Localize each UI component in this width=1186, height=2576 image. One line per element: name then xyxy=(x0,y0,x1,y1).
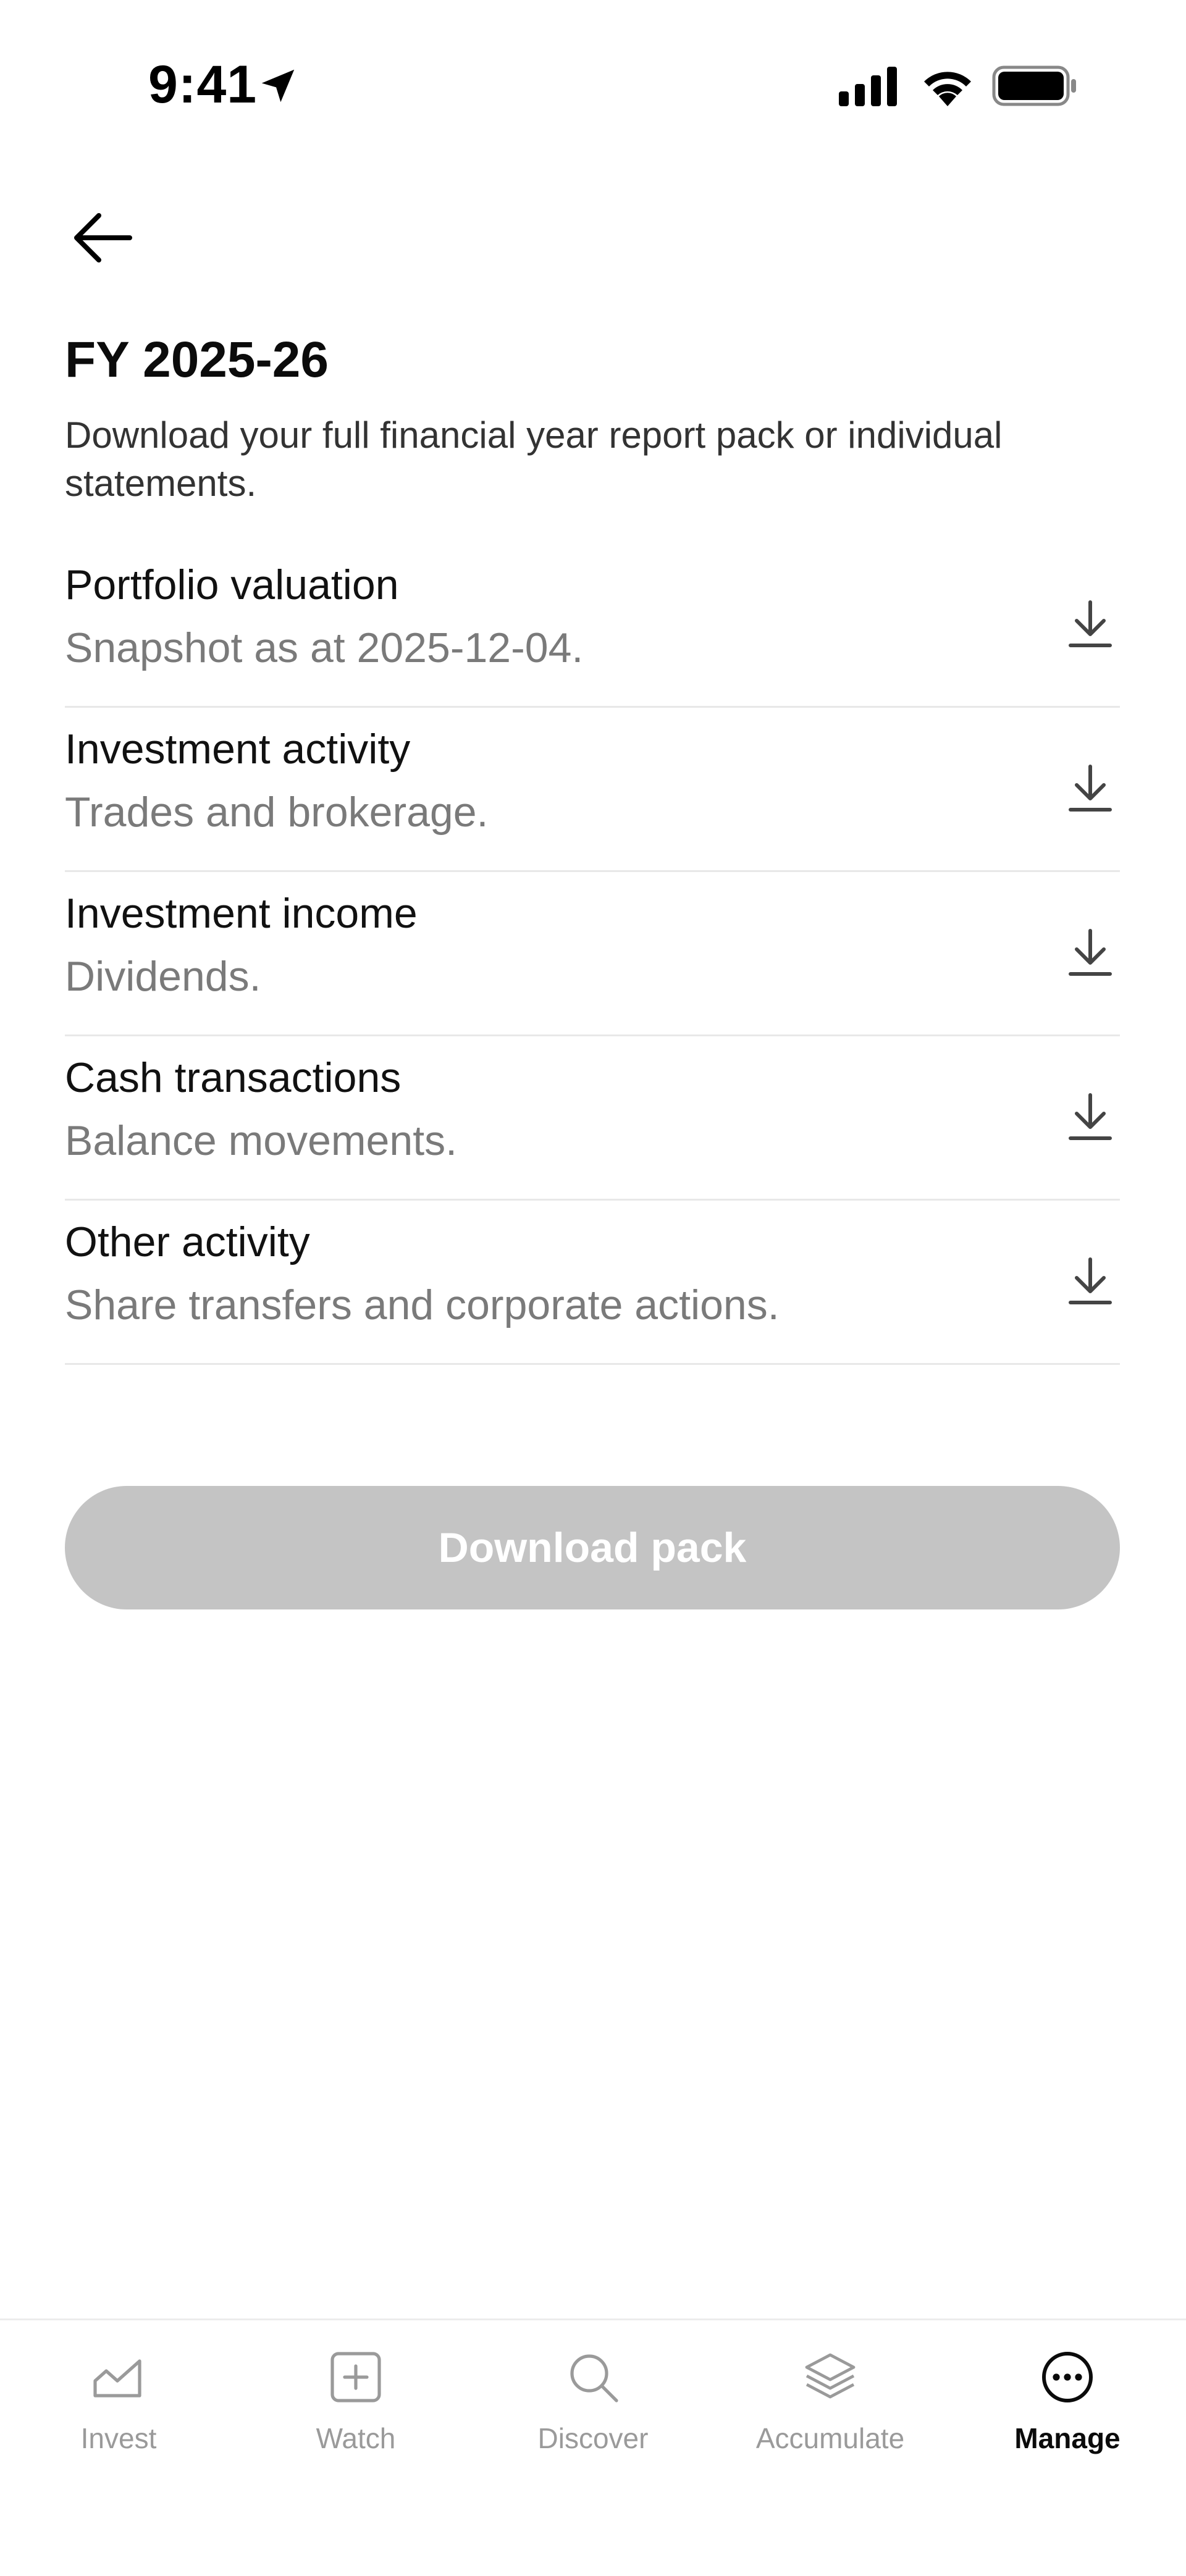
download-pack-button[interactable]: Download pack xyxy=(65,1486,1120,1609)
wifi-icon xyxy=(924,72,971,106)
report-item-cash-transactions[interactable]: Cash transactions Balance movements. xyxy=(65,1036,1120,1201)
download-icon xyxy=(1069,1257,1112,1304)
report-description: Balance movements. xyxy=(65,1117,457,1164)
location-arrow-icon xyxy=(261,69,295,103)
report-item-other-activity[interactable]: Other activity Share transfers and corpo… xyxy=(65,1201,1120,1365)
status-time: 9:41 xyxy=(148,55,258,114)
page-subtitle: Download your full financial year report… xyxy=(65,414,1003,504)
report-list: Portfolio valuation Snapshot as at 2025-… xyxy=(65,543,1120,1365)
report-description: Snapshot as at 2025-12-04. xyxy=(65,624,584,671)
download-button[interactable] xyxy=(1061,919,1120,987)
report-item-investment-income[interactable]: Investment income Dividends. xyxy=(65,872,1120,1036)
battery-icon xyxy=(992,65,1076,106)
report-title: Portfolio valuation xyxy=(65,561,399,608)
chart-icon xyxy=(93,2359,141,2398)
report-description: Dividends. xyxy=(65,953,261,1000)
status-bar: 9:41 xyxy=(0,0,1186,173)
page-title: FY 2025-26 xyxy=(65,332,329,388)
search-icon xyxy=(570,2354,618,2402)
cellular-signal-icon xyxy=(839,67,897,106)
download-button[interactable] xyxy=(1061,755,1120,823)
nav-item-watch[interactable]: Watch xyxy=(237,2320,474,2481)
bottom-nav: Invest Watch Discover Accumulate Manage xyxy=(0,2318,1186,2576)
download-button[interactable] xyxy=(1061,590,1120,658)
download-icon xyxy=(1069,1093,1112,1140)
report-title: Cash transactions xyxy=(65,1054,402,1101)
plus-square-icon xyxy=(330,2352,381,2402)
layers-icon xyxy=(805,2353,856,2399)
download-button[interactable] xyxy=(1061,1083,1120,1151)
nav-item-manage[interactable]: Manage xyxy=(949,2320,1186,2481)
report-item-portfolio-valuation[interactable]: Portfolio valuation Snapshot as at 2025-… xyxy=(65,543,1120,708)
nav-item-invest[interactable]: Invest xyxy=(0,2320,237,2481)
nav-label: Accumulate xyxy=(755,2422,905,2454)
report-title: Investment income xyxy=(65,890,418,937)
report-title: Other activity xyxy=(65,1219,310,1265)
nav-item-accumulate[interactable]: Accumulate xyxy=(712,2320,949,2481)
report-description: Share transfers and corporate actions. xyxy=(65,1282,780,1328)
report-title: Investment activity xyxy=(65,726,411,773)
nav-label: Discover xyxy=(537,2422,649,2454)
report-description: Trades and brokerage. xyxy=(65,789,489,836)
download-icon xyxy=(1069,929,1112,976)
more-icon xyxy=(1042,2352,1093,2402)
arrow-left-icon xyxy=(74,213,132,262)
download-button[interactable] xyxy=(1061,1248,1120,1315)
download-icon xyxy=(1069,600,1112,647)
back-button[interactable] xyxy=(62,204,142,272)
nav-item-discover[interactable]: Discover xyxy=(474,2320,712,2481)
nav-label: Watch xyxy=(316,2422,396,2454)
nav-label: Manage xyxy=(1014,2422,1121,2454)
nav-label: Invest xyxy=(80,2422,157,2454)
download-icon xyxy=(1069,765,1112,812)
report-item-investment-activity[interactable]: Investment activity Trades and brokerage… xyxy=(65,708,1120,872)
